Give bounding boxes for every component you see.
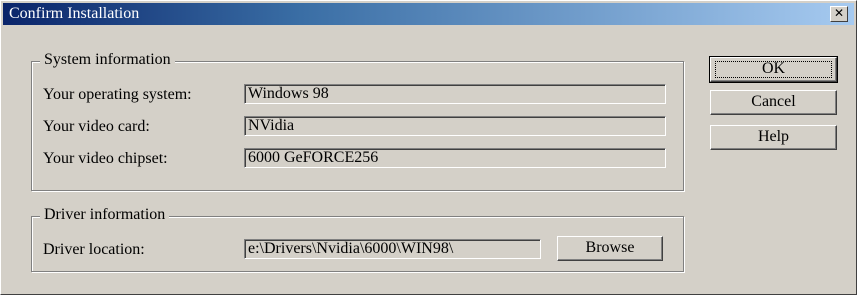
title-bar[interactable]: Confirm Installation ✕ [3, 3, 854, 25]
driver-location-field[interactable]: e:\Drivers\Nvidia\6000\WIN98\ [244, 239, 541, 259]
confirm-installation-dialog: Confirm Installation ✕ System informatio… [0, 0, 857, 295]
focus-indicator [715, 61, 832, 78]
video-chipset-label: Your video chipset: [43, 150, 168, 167]
operating-system-field: Windows 98 [244, 84, 666, 104]
video-chipset-field: 6000 GeFORCE256 [244, 148, 666, 168]
driver-location-label: Driver location: [43, 241, 145, 258]
cancel-button[interactable]: Cancel [710, 90, 837, 115]
system-information-legend: System information [40, 51, 175, 69]
help-button[interactable]: Help [710, 125, 837, 150]
close-icon: ✕ [833, 6, 845, 20]
driver-information-group: Driver information Driver location: e:\D… [31, 206, 684, 272]
operating-system-label: Your operating system: [43, 86, 192, 103]
window-title: Confirm Installation [9, 5, 140, 22]
driver-information-legend: Driver information [40, 206, 170, 224]
video-card-field: NVidia [244, 116, 666, 136]
browse-button[interactable]: Browse [557, 236, 663, 261]
system-information-group: System information Your operating system… [31, 51, 684, 191]
video-card-label: Your video card: [43, 118, 150, 135]
close-button[interactable]: ✕ [830, 6, 848, 22]
ok-button[interactable]: OK [709, 56, 838, 83]
